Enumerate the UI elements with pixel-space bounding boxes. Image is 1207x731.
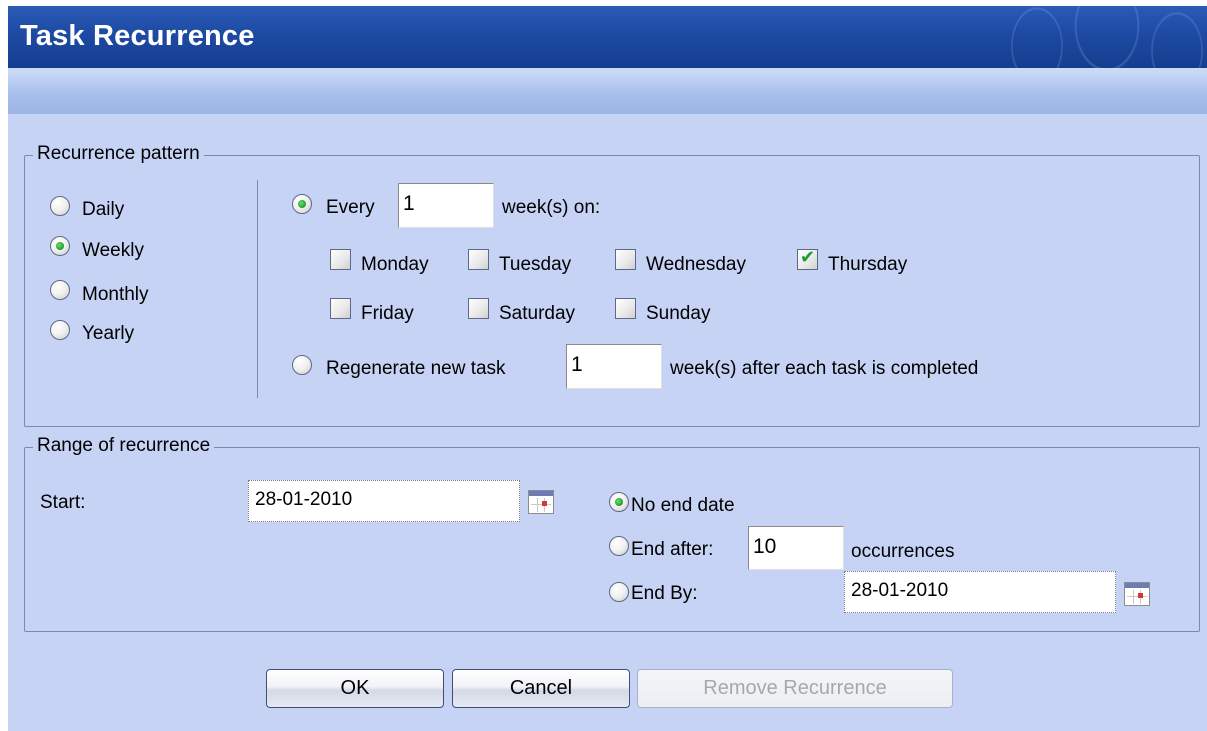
sunday-label: Sunday	[646, 303, 711, 324]
window-title: Task Recurrence	[20, 20, 255, 52]
end-after-suffix: occurrences	[851, 541, 955, 562]
header-band	[8, 68, 1207, 114]
start-label: Start:	[40, 492, 86, 513]
end-by-radio[interactable]	[609, 582, 629, 602]
tuesday-checkbox[interactable]	[468, 249, 489, 270]
regenerate-suffix: week(s) after each task is completed	[670, 358, 979, 379]
end-by-label: End By:	[631, 583, 698, 604]
daily-radio[interactable]	[50, 196, 70, 216]
start-calendar-icon[interactable]	[528, 490, 554, 514]
end-by-date-input[interactable]: 28-01-2010	[844, 571, 1116, 613]
regenerate-weeks-input[interactable]: 1	[566, 344, 662, 389]
monthly-radio[interactable]	[50, 280, 70, 300]
friday-label: Friday	[361, 303, 414, 324]
no-end-date-radio[interactable]	[609, 492, 629, 512]
end-after-radio[interactable]	[609, 536, 629, 556]
sunday-checkbox[interactable]	[615, 298, 636, 319]
start-date-input[interactable]: 28-01-2010	[248, 480, 520, 522]
daily-label: Daily	[82, 199, 125, 220]
monthly-label: Monthly	[82, 284, 149, 305]
wednesday-checkbox[interactable]	[615, 249, 636, 270]
end-after-label: End after:	[631, 539, 714, 560]
every-weeks-input[interactable]: 1	[398, 183, 494, 228]
wednesday-label: Wednesday	[646, 254, 746, 275]
every-radio[interactable]	[292, 194, 312, 214]
remove-recurrence-button[interactable]: Remove Recurrence	[637, 669, 953, 708]
every-label: Every	[326, 197, 375, 218]
weekly-radio[interactable]	[50, 236, 70, 256]
end-by-calendar-icon[interactable]	[1124, 582, 1150, 606]
tuesday-label: Tuesday	[499, 254, 572, 275]
regenerate-label: Regenerate new task	[326, 358, 506, 379]
yearly-label: Yearly	[82, 323, 135, 344]
regenerate-radio[interactable]	[292, 355, 312, 375]
thursday-label: Thursday	[828, 254, 908, 275]
title-bar: Task Recurrence	[8, 6, 1207, 68]
end-after-occurrences-input[interactable]: 10	[748, 526, 844, 570]
ok-button[interactable]: OK	[266, 669, 444, 708]
monday-label: Monday	[361, 254, 429, 275]
weekly-label: Weekly	[82, 240, 144, 261]
yearly-radio[interactable]	[50, 320, 70, 340]
recurrence-pattern-legend: Recurrence pattern	[33, 143, 204, 165]
cancel-button[interactable]: Cancel	[452, 669, 630, 708]
no-end-date-label: No end date	[631, 495, 735, 516]
thursday-checkbox[interactable]	[797, 247, 818, 270]
saturday-label: Saturday	[499, 303, 576, 324]
saturday-checkbox[interactable]	[468, 298, 489, 319]
monday-checkbox[interactable]	[330, 249, 351, 270]
range-of-recurrence-legend: Range of recurrence	[33, 435, 215, 457]
pattern-divider	[257, 180, 258, 398]
every-suffix: week(s) on:	[502, 197, 601, 218]
friday-checkbox[interactable]	[330, 298, 351, 319]
title-decoration	[977, 6, 1207, 68]
